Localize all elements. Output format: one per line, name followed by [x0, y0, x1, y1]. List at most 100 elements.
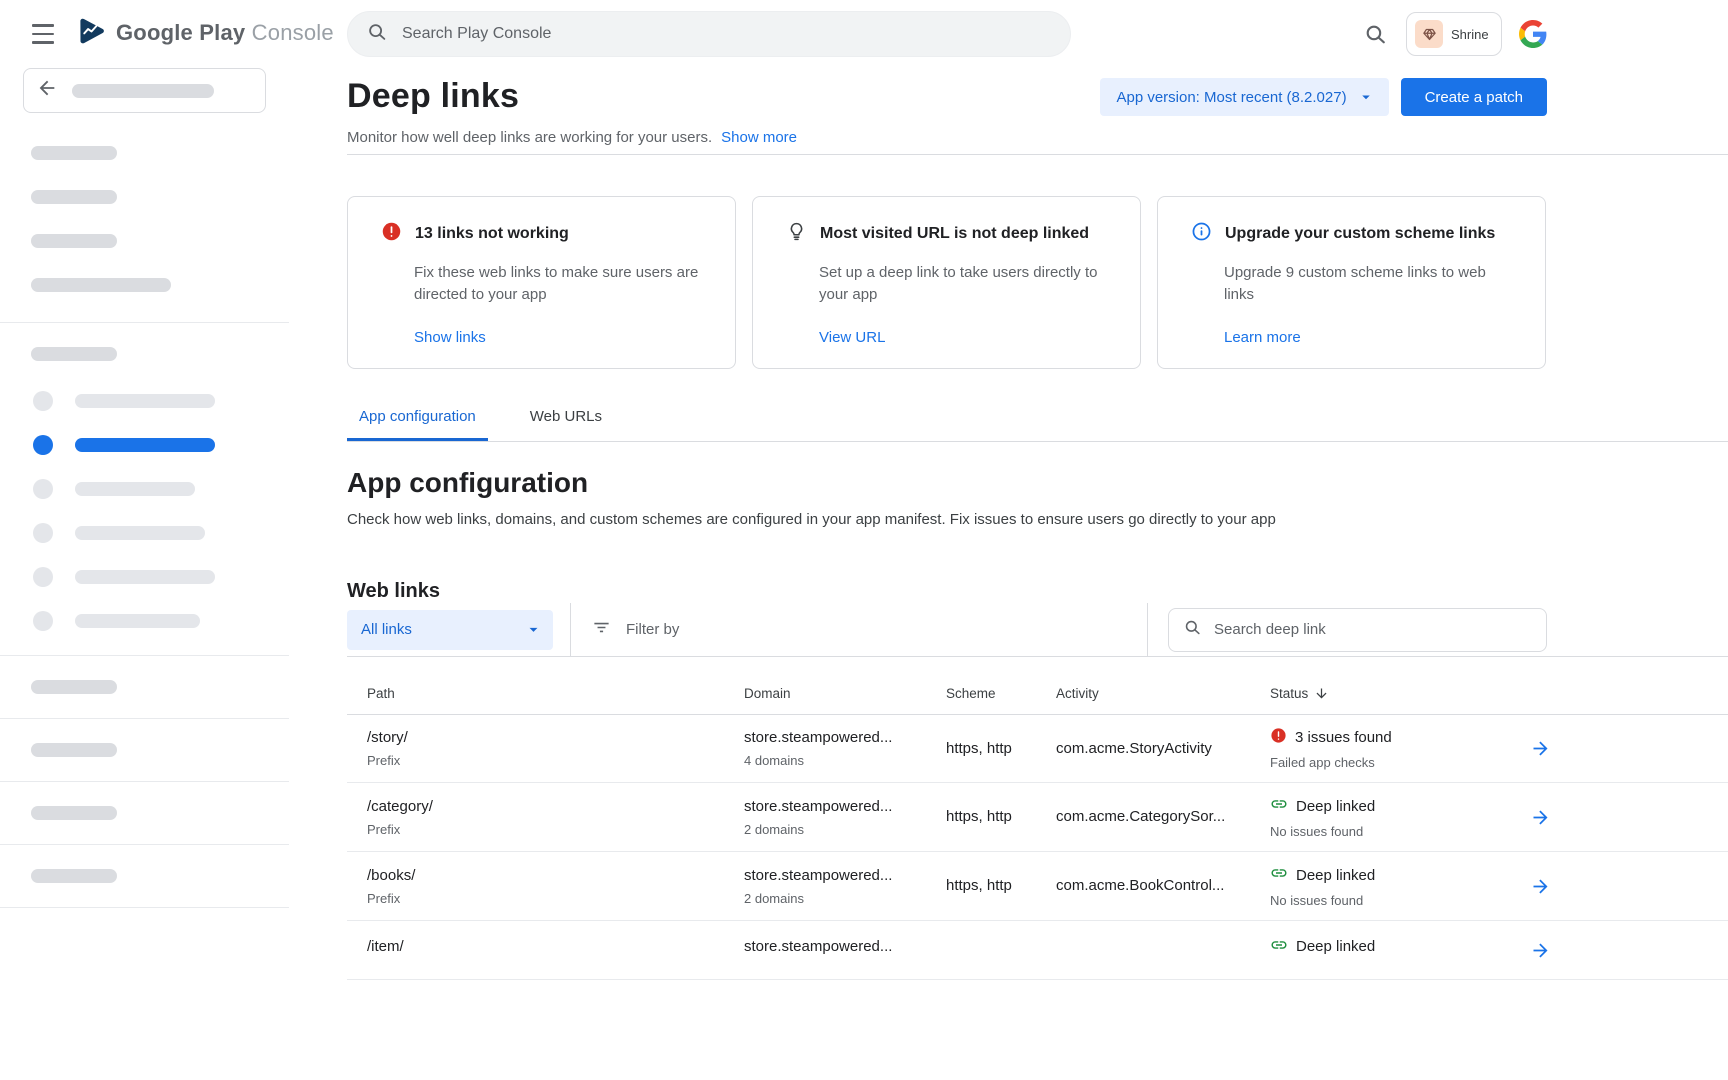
- status-value: Deep linked: [1296, 798, 1375, 816]
- nav-item-icon: [33, 523, 53, 543]
- domain-count: 4 domains: [744, 753, 946, 768]
- domain-value: store.steampowered...: [744, 729, 946, 747]
- status-detail: No issues found: [1270, 824, 1512, 839]
- status-header-label: Status: [1270, 686, 1308, 701]
- sidebar-skeleton-group: [31, 806, 289, 820]
- card-title: Most visited URL is not deep linked: [820, 225, 1089, 243]
- view-url-link[interactable]: View URL: [819, 329, 1114, 346]
- domain-value: store.steampowered...: [744, 867, 946, 885]
- links-filter-dropdown[interactable]: All links: [347, 610, 553, 650]
- global-search-bar[interactable]: [347, 11, 1071, 57]
- table-row[interactable]: /item/ store.steampowered... Deep linked: [347, 921, 1728, 980]
- path-type: Prefix: [367, 753, 744, 768]
- skeleton-bar: [75, 570, 215, 584]
- logo-text: Google Play Console: [116, 20, 334, 46]
- lightbulb-icon: [786, 221, 807, 247]
- back-button[interactable]: [23, 68, 266, 113]
- row-detail-arrow[interactable]: [1523, 732, 1557, 766]
- sidebar-skeleton-group: [31, 869, 289, 883]
- path-type: Prefix: [367, 891, 744, 906]
- skeleton-bar: [75, 614, 200, 628]
- table-row[interactable]: /category/Prefix store.steampowered...2 …: [347, 783, 1728, 852]
- error-icon: [1270, 727, 1287, 749]
- sidebar-item[interactable]: [33, 479, 289, 499]
- create-patch-button[interactable]: Create a patch: [1401, 78, 1547, 116]
- row-detail-arrow[interactable]: [1523, 800, 1557, 834]
- deep-link-search-input[interactable]: [1214, 621, 1532, 638]
- sidebar-item[interactable]: [33, 567, 289, 587]
- header-actions: App version: Most recent (8.2.027) Creat…: [1100, 78, 1547, 116]
- activity-value: com.acme.CategorySor...: [1056, 808, 1270, 826]
- path-value: /item/: [367, 938, 744, 956]
- domain-value: store.steampowered...: [744, 938, 946, 956]
- search-icon-secondary[interactable]: [1363, 22, 1389, 48]
- domain-value: store.steampowered...: [744, 798, 946, 816]
- global-search-input[interactable]: [402, 25, 1052, 43]
- skeleton-bar: [31, 347, 117, 361]
- play-console-logo-icon: [75, 17, 107, 49]
- learn-more-link[interactable]: Learn more: [1224, 329, 1519, 346]
- app-icon-shrine: [1415, 20, 1443, 48]
- menu-icon[interactable]: [27, 20, 59, 48]
- logo-text-google-play: Google Play: [116, 20, 245, 45]
- sidebar-divider: [0, 718, 289, 719]
- app-version-dropdown[interactable]: App version: Most recent (8.2.027): [1100, 78, 1388, 116]
- section-title: App configuration: [347, 467, 1728, 499]
- column-header-domain: Domain: [744, 686, 946, 701]
- nav-item-icon: [33, 479, 53, 499]
- sidebar-item[interactable]: [33, 391, 289, 411]
- card-body: Upgrade 9 custom scheme links to web lin…: [1224, 262, 1519, 306]
- nav-item-icon: [33, 435, 53, 455]
- skeleton-bar: [75, 482, 195, 496]
- sort-descending-icon: [1314, 686, 1329, 701]
- play-console-logo[interactable]: Google Play Console: [75, 17, 334, 49]
- show-more-link[interactable]: Show more: [721, 129, 797, 146]
- filter-by-button[interactable]: Filter by: [592, 618, 679, 642]
- row-detail-arrow[interactable]: [1523, 933, 1557, 967]
- sidebar-item[interactable]: [33, 523, 289, 543]
- card-title: Upgrade your custom scheme links: [1225, 225, 1495, 243]
- row-detail-arrow[interactable]: [1523, 869, 1557, 903]
- tabs-divider: [347, 441, 1728, 442]
- sidebar-divider: [0, 655, 289, 656]
- skeleton-bar: [75, 438, 215, 452]
- table-header-row: Path Domain Scheme Activity Status: [347, 673, 1728, 715]
- skeleton-bar: [31, 278, 171, 292]
- page-title: Deep links: [347, 77, 797, 116]
- activity-value: com.acme.BookControl...: [1056, 877, 1270, 895]
- page-subtitle-row: Monitor how well deep links are working …: [347, 129, 797, 146]
- app-name-label: Shrine: [1451, 27, 1489, 42]
- page-title-block: Deep links Monitor how well deep links a…: [347, 77, 797, 146]
- card-most-visited-url: Most visited URL is not deep linked Set …: [752, 196, 1141, 369]
- sidebar-item[interactable]: [33, 611, 289, 631]
- toolbar-divider: [570, 603, 571, 657]
- skeleton-bar: [31, 234, 117, 248]
- top-bar: Google Play Console Shrine: [0, 0, 1728, 68]
- tab-web-urls[interactable]: Web URLs: [518, 408, 614, 441]
- app-switcher-chip[interactable]: Shrine: [1406, 12, 1502, 56]
- page-header: Deep links Monitor how well deep links a…: [347, 68, 1547, 154]
- show-links-link[interactable]: Show links: [414, 329, 709, 346]
- google-account-icon[interactable]: [1519, 20, 1547, 48]
- domain-count: 2 domains: [744, 891, 946, 906]
- toolbar-divider: [1147, 603, 1148, 657]
- skeleton-bar: [31, 806, 117, 820]
- table-row[interactable]: /books/Prefix store.steampowered... 2 dom…: [347, 852, 1728, 921]
- scheme-value: https, http: [946, 808, 1056, 826]
- nav-item-icon: [33, 611, 53, 631]
- insight-cards: 13 links not working Fix these web links…: [347, 196, 1547, 369]
- column-header-status[interactable]: Status: [1270, 686, 1512, 701]
- skeleton-bar: [75, 526, 205, 540]
- table-row[interactable]: /story/Prefix store.steampowered...4 dom…: [347, 715, 1728, 783]
- info-icon: [1191, 221, 1212, 247]
- tab-app-configuration[interactable]: App configuration: [347, 408, 488, 441]
- deep-link-search-box[interactable]: [1168, 608, 1547, 652]
- column-header-activity: Activity: [1056, 686, 1270, 701]
- link-icon: [1270, 864, 1288, 887]
- skeleton-bar: [31, 190, 117, 204]
- skeleton-bar: [75, 394, 215, 408]
- sidebar-item-deep-links-active[interactable]: [33, 435, 289, 455]
- card-title: 13 links not working: [415, 225, 569, 243]
- path-value: /books/: [367, 867, 744, 885]
- link-icon: [1270, 936, 1288, 959]
